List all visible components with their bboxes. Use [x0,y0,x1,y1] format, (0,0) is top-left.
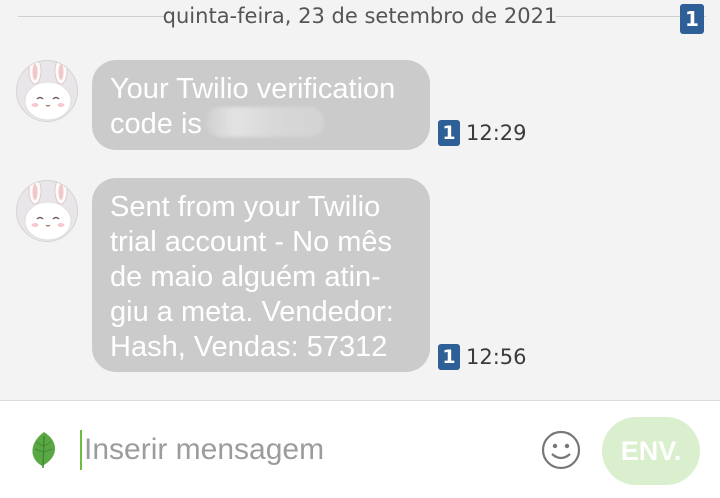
send-sim-badge: 1 [680,4,704,34]
message-text: Hash, Vendas: 57312 [110,331,388,363]
message-text: giu a meta. Vendedor: [110,296,394,328]
message-time: 12:56 [466,345,527,369]
message-text-line: code is [110,107,412,142]
sim-badge: 1 [438,344,460,370]
leaf-icon [32,432,56,469]
sim-badge: 1 [438,120,460,146]
message-input[interactable] [84,429,514,471]
bunny-avatar-icon [24,61,72,121]
attach-button[interactable] [26,430,62,470]
message-time: 12:29 [466,121,527,145]
redacted-code [205,107,324,138]
message-bubble[interactable]: Sent from your Twilio trial account - No… [92,178,430,372]
message-text: trial account - No mês [110,226,393,258]
sender-avatar[interactable] [16,60,78,122]
message-composer: ENV. [0,400,720,498]
date-separator: quinta-feira, 23 de setembro de 2021 [0,0,720,36]
emoji-button[interactable] [540,429,582,471]
message-meta: 1 12:56 [438,344,527,370]
text-cursor [80,430,82,470]
message-meta: 1 12:29 [438,120,527,146]
message-text: de maio alguém atin- [110,261,381,293]
smiley-icon [541,430,581,470]
message-bubble[interactable]: Your Twilio verification code is [92,60,430,150]
send-button[interactable]: ENV. [602,417,700,485]
sender-avatar[interactable] [16,180,78,242]
message-text: Your Twilio verification [110,73,396,105]
bunny-avatar-icon [24,181,72,241]
message-text: Sent from your Twilio [110,191,381,223]
